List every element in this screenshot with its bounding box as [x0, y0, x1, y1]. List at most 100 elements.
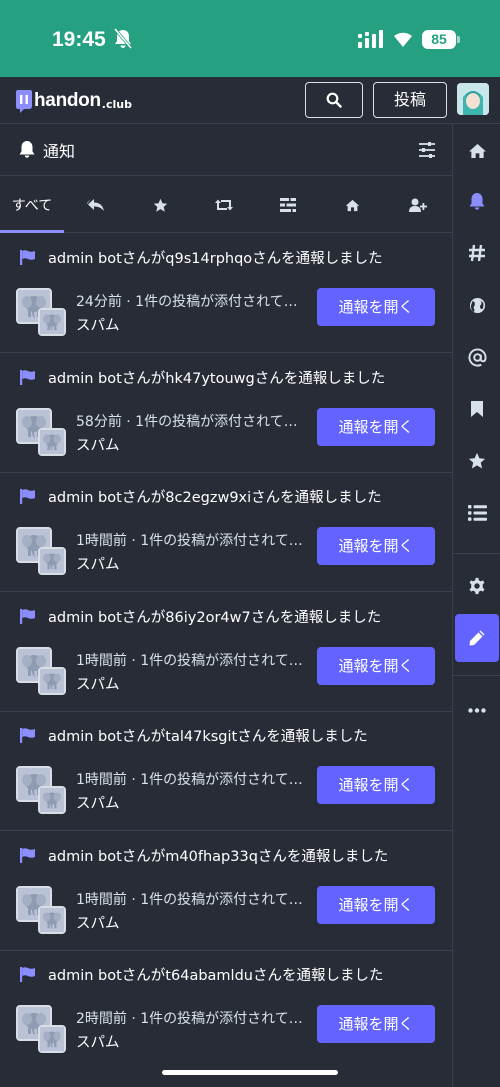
wifi-icon	[394, 32, 412, 47]
notification-item[interactable]: admin botさんがhk47ytouwgさんを通報しました 58分前 · 1件…	[0, 354, 452, 473]
sidebar-item-preferences[interactable]	[453, 561, 500, 611]
notification-headline: admin botさんがm40fhap33qさんを通報しました	[48, 848, 389, 865]
notification-meta: 1時間前 · 1件の投稿が添付されています	[76, 772, 306, 788]
site-logo[interactable]: handon .club	[15, 86, 132, 116]
filter-tab-polls[interactable]	[256, 177, 320, 233]
notification-meta: 24分前 · 1件の投稿が添付されています	[76, 294, 306, 310]
home-icon	[345, 199, 359, 211]
column-header: 通知	[0, 124, 452, 176]
user-avatar[interactable]	[457, 83, 489, 115]
filter-tab-mentions[interactable]	[64, 177, 128, 233]
sidebar-item-favourites[interactable]	[453, 436, 500, 486]
filter-tab-follows[interactable]	[384, 177, 452, 233]
follow-icon	[409, 198, 427, 212]
list-icon	[467, 505, 487, 521]
open-report-button[interactable]: 通報を開く	[317, 646, 435, 685]
filter-tab-boosts[interactable]	[192, 177, 256, 233]
sidebar-divider	[453, 553, 500, 554]
report-reason: スパム	[76, 437, 120, 454]
avatar	[38, 308, 66, 336]
status-bar: 19:45 85	[0, 0, 500, 77]
flag-icon	[20, 608, 35, 624]
signal-icon	[358, 30, 383, 48]
filter-tab-statuses[interactable]	[320, 177, 384, 233]
home-indicator	[162, 1070, 338, 1075]
star-icon	[153, 198, 167, 212]
sidebar-item-lists[interactable]	[453, 488, 500, 538]
bell-off-icon	[113, 28, 133, 49]
avatar	[38, 666, 66, 695]
reported-accounts-avatars[interactable]	[16, 646, 66, 697]
open-report-button[interactable]: 通報を開く	[317, 766, 435, 804]
default-avatar-image	[40, 668, 64, 693]
notification-headline: admin botさんがtal47ksgitさんを通報しました	[48, 729, 368, 745]
post-button[interactable]: 投稿	[373, 82, 447, 118]
search-icon	[326, 92, 342, 108]
active-filter-indicator	[0, 230, 64, 233]
poll-icon	[280, 198, 296, 212]
logo-mark-icon	[16, 90, 32, 113]
bookmark-icon	[471, 401, 483, 417]
open-report-button[interactable]: 通報を開く	[317, 885, 435, 924]
notification-item[interactable]: admin botさんがm40fhap33qさんを通報しました 1時間前 · 1件…	[0, 832, 452, 951]
sidebar-item-notifications[interactable]	[453, 176, 500, 226]
sidebar-item-explore[interactable]	[453, 228, 500, 278]
sidebar-item-public[interactable]	[453, 280, 500, 330]
notification-item[interactable]: admin botさんがtal47ksgitさんを通報しました 1時間前 · 1件…	[0, 712, 452, 831]
open-report-button[interactable]: 通報を開く	[317, 288, 435, 326]
open-report-button[interactable]: 通報を開く	[317, 527, 435, 565]
notification-meta: 1時間前 · 1件の投稿が添付されています	[76, 891, 306, 908]
notification-meta: 58分前 · 1件の投稿が添付されています	[76, 413, 306, 430]
battery-nub	[457, 36, 460, 43]
default-avatar-image	[40, 788, 64, 812]
compose-button[interactable]	[455, 614, 499, 662]
filter-tab-favourites[interactable]	[128, 177, 192, 233]
sidebar-item-more[interactable]	[453, 685, 500, 735]
flag-icon	[20, 728, 35, 743]
avatar	[38, 547, 66, 575]
notifications-column: 通知 すべて admin botさんがq9s14rphqoさんを通報しました 2…	[0, 124, 452, 1087]
settings-sliders-icon[interactable]	[418, 141, 436, 159]
open-report-button[interactable]: 通報を開く	[317, 407, 435, 446]
reported-accounts-avatars[interactable]	[16, 288, 66, 338]
navigation-sidebar	[452, 124, 500, 1087]
filter-tab-all[interactable]: すべて	[0, 177, 64, 233]
home-icon	[468, 143, 486, 159]
report-reason: スパム	[76, 1035, 120, 1051]
notification-item[interactable]: admin botさんがt64abamlduさんを通報しました 2時間前 · 1件…	[0, 951, 452, 1070]
status-time: 19:45	[52, 28, 106, 51]
bell-icon	[19, 141, 35, 158]
notification-headline: admin botさんが8c2egzw9xiさんを通報しました	[48, 490, 382, 506]
sidebar-divider	[453, 675, 500, 676]
sidebar-item-bookmarks[interactable]	[453, 384, 500, 434]
boost-icon	[215, 199, 233, 211]
sidebar-item-mentions[interactable]	[453, 332, 500, 382]
reported-accounts-avatars[interactable]	[16, 407, 66, 458]
default-avatar-image	[40, 429, 64, 454]
notification-item[interactable]: admin botさんが86iy2or4w7さんを通報しました 1時間前 · 1件…	[0, 593, 452, 712]
flag-icon	[20, 847, 35, 863]
sidebar-item-home[interactable]	[453, 126, 500, 176]
notification-meta: 1時間前 · 1件の投稿が添付されています	[76, 533, 306, 549]
flag-icon	[20, 967, 35, 982]
notification-meta: 2時間前 · 1件の投稿が添付されています	[76, 1011, 306, 1027]
open-report-button[interactable]: 通報を開く	[317, 1005, 435, 1043]
reported-accounts-avatars[interactable]	[16, 1005, 66, 1055]
report-reason: スパム	[76, 796, 120, 812]
default-avatar-image	[40, 310, 64, 334]
notification-item[interactable]: admin botさんがq9s14rphqoさんを通報しました 24分前 · 1件…	[0, 234, 452, 353]
reported-accounts-avatars[interactable]	[16, 527, 66, 577]
reported-accounts-avatars[interactable]	[16, 885, 66, 936]
notification-headline: admin botさんがhk47ytouwgさんを通報しました	[48, 370, 386, 387]
bell-icon	[469, 192, 485, 210]
notification-item[interactable]: admin botさんが8c2egzw9xiさんを通報しました 1時間前 · 1件…	[0, 473, 452, 592]
report-reason: スパム	[76, 676, 120, 693]
logo-name: handon	[34, 90, 101, 111]
notification-meta: 1時間前 · 1件の投稿が添付されています	[76, 652, 306, 669]
search-button[interactable]	[305, 82, 363, 118]
avatar	[38, 786, 66, 814]
reported-accounts-avatars[interactable]	[16, 766, 66, 816]
flag-icon	[20, 489, 35, 504]
column-title: 通知	[43, 142, 76, 161]
star-icon	[468, 452, 486, 469]
